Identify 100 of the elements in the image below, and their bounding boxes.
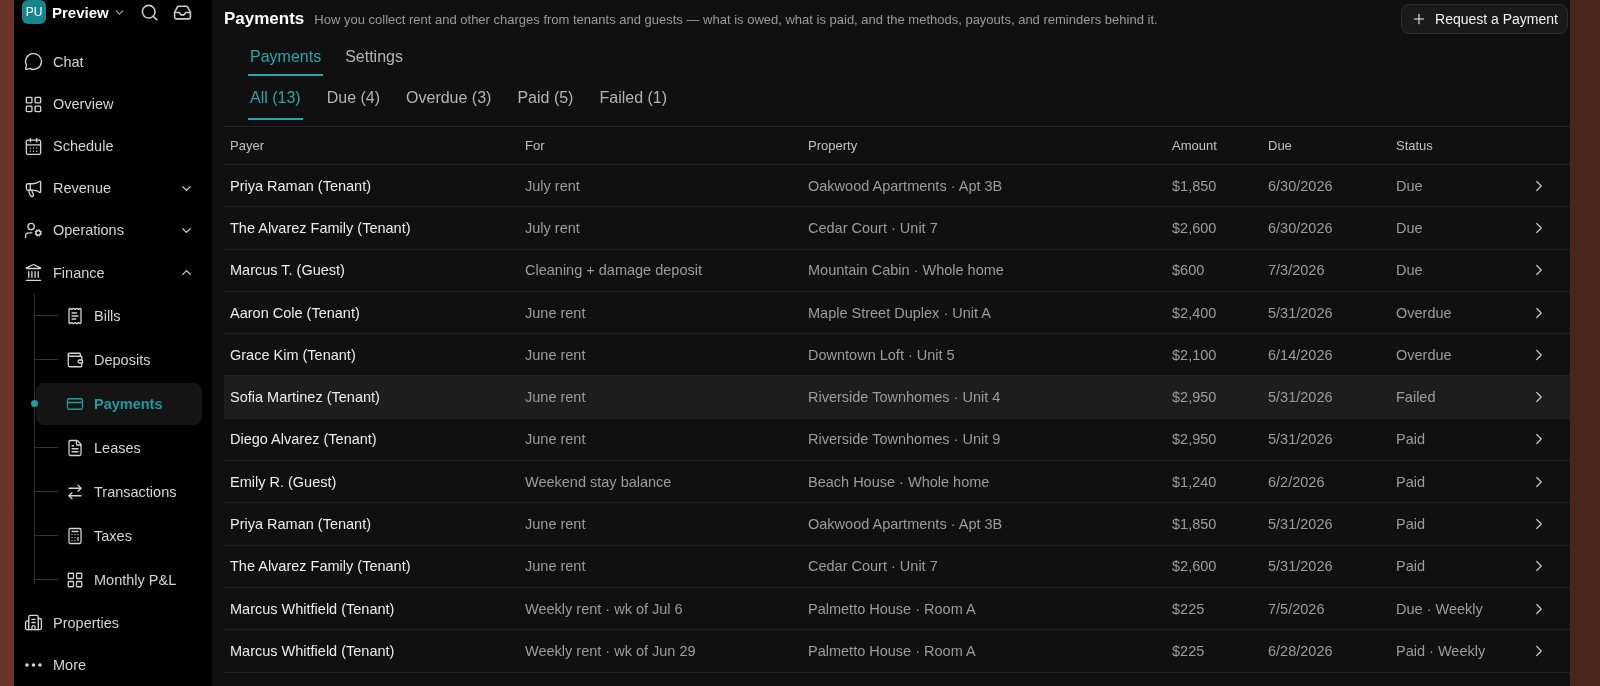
sidebar-item[interactable]: Taxes — [36, 514, 202, 557]
table-row[interactable]: The Alvarez Family (Tenant) July rent Cedar Court · Unit 7 $2,600 6/30/2026 Due — [224, 207, 1570, 250]
amount-cell-text: $225 — [1172, 642, 1206, 659]
table-row[interactable]: Marcus Whitfield (Tenant) Weekly rent · wk of Jun 29 Palmetto House · Room A $225 6/28/2026 Paid · Weekly — [224, 630, 1570, 673]
table-row[interactable]: Sofia Martinez (Tenant) June rent Riverside Townhomes · Unit 4 $2,950 5/31/2026 Failed — [224, 376, 1570, 419]
table-row[interactable]: Emily R. (Guest) Weekend stay balance Beach House · Whole home $1,240 6/2/2026 Paid — [224, 461, 1570, 504]
sidebar-item[interactable]: Schedule — [20, 126, 202, 167]
for-cell-text: June rent — [525, 304, 587, 321]
sidebar-item[interactable]: Chat — [20, 41, 202, 82]
workspace-avatar: PU — [22, 0, 46, 25]
arrows-icon — [66, 482, 84, 501]
workspace-switcher[interactable]: Preview — [52, 3, 126, 21]
building-icon — [24, 613, 43, 633]
page-title: Payments — [224, 9, 305, 29]
due-cell-text: 6/30/2026 — [1268, 219, 1334, 236]
property-cell-text: Cedar Court · Unit 7 — [808, 219, 939, 236]
inbox-icon[interactable] — [172, 2, 192, 22]
tab[interactable]: Payments — [248, 44, 324, 76]
page-description: How you collect rent and other charges from tenants and guests — what is owed, what is paid, and the methods, payouts, and reminders behind it. — [314, 11, 1159, 27]
for-cell-text: Cleaning + damage deposit — [525, 262, 703, 279]
filter-tab[interactable]: Failed (1) — [597, 82, 670, 120]
receipt-icon — [66, 306, 84, 325]
for-cell-text: June rent — [525, 558, 587, 575]
filter-tab[interactable]: Overdue (3) — [404, 82, 494, 120]
amount-cell-text: $1,850 — [1172, 516, 1218, 532]
for-cell-text: June rent — [525, 431, 587, 448]
status-cell-text: Paid — [1396, 473, 1427, 490]
due-cell-text: 5/31/2026 — [1268, 558, 1334, 575]
amount-cell-text: $2,600 — [1172, 219, 1218, 236]
filter-tab[interactable]: Paid (5) — [515, 82, 576, 120]
table-row[interactable]: Priya Raman (Tenant) June rent Oakwood Apartments · Apt 3B $1,850 5/31/2026 Paid — [224, 503, 1570, 546]
property-cell-text: Palmetto House · Room A — [808, 600, 977, 617]
sidebar-item[interactable]: Operations — [20, 210, 202, 251]
table-row[interactable]: The Alvarez Family (Tenant) June rent Cedar Court · Unit 7 $2,600 5/31/2026 Paid — [224, 545, 1570, 588]
sidebar-item[interactable]: Deposits — [36, 338, 202, 381]
filter-tab[interactable]: All (13) — [248, 82, 303, 120]
sidebar-item[interactable]: Properties — [20, 602, 202, 643]
grid-icon — [66, 570, 84, 589]
payer-cell-text: Sofia Martinez (Tenant) — [230, 389, 381, 406]
property-cell-text: Riverside Townhomes · Unit 9 — [808, 431, 1002, 448]
payer-cell-text: Diego Alvarez (Tenant) — [230, 431, 378, 448]
due-cell-text: 5/31/2026 — [1268, 516, 1334, 532]
table-row[interactable]: Marcus T. (Guest) Cleaning + damage deposit Mountain Cabin · Whole home $600 7/3/2026 Due — [224, 249, 1570, 292]
sidebar-item[interactable]: Transactions — [36, 470, 202, 513]
column-header: Due — [1268, 138, 1293, 153]
property-cell-text: Palmetto House · Room A — [808, 642, 977, 659]
chat-bubble-icon — [24, 52, 43, 72]
due-cell-text: 6/14/2026 — [1268, 346, 1334, 363]
status-cell-text: Due — [1396, 262, 1424, 279]
search-icon[interactable] — [139, 2, 159, 22]
bank-icon — [24, 263, 43, 283]
amount-cell-text: $1,240 — [1172, 473, 1218, 490]
status-cell-text: Paid — [1396, 558, 1427, 575]
table-row[interactable]: Priya Raman (Tenant) July rent Oakwood Apartments · Apt 3B $1,850 6/30/2026 Due — [224, 165, 1570, 208]
table-row[interactable]: Diego Alvarez (Tenant) June rent Riverside Townhomes · Unit 9 $2,950 5/31/2026 Paid — [224, 418, 1570, 462]
tab[interactable]: Settings — [343, 44, 405, 76]
status-cell-text: Overdue — [1396, 304, 1453, 321]
table-row[interactable]: Marcus Whitfield (Tenant) Weekly rent · wk of Jul 6 Palmetto House · Room A $225 7/5/2026 Due · Weekly — [224, 587, 1570, 631]
active-dot — [31, 400, 38, 408]
sidebar-item[interactable]: Bills — [36, 294, 202, 337]
grid-icon — [24, 94, 43, 114]
property-cell-text: Downtown Loft · Unit 5 — [808, 346, 956, 363]
sidebar-item[interactable]: Payments — [36, 382, 202, 425]
due-cell-text: 6/2/2026 — [1268, 473, 1326, 490]
amount-cell-text: $2,600 — [1172, 558, 1218, 575]
status-cell-text: Due · Weekly — [1396, 600, 1484, 617]
sidebar-item[interactable]: Finance — [20, 252, 202, 293]
for-cell-text: Weekend stay balance — [525, 473, 673, 490]
sidebar-item[interactable]: Revenue — [20, 168, 202, 209]
status-cell-text: Paid — [1396, 431, 1427, 448]
table-row[interactable]: Aaron Cole (Tenant) June rent Maple Street Duplex · Unit A $2,400 5/31/2026 Overdue — [224, 291, 1570, 335]
payer-cell-text: Marcus Whitfield (Tenant) — [230, 642, 396, 659]
status-cell-text: Paid · Weekly — [1396, 642, 1487, 659]
sidebar-item[interactable]: Leases — [36, 426, 202, 469]
request-payment-button[interactable]: Request a Payment — [1401, 4, 1568, 34]
column-header: Payer — [230, 138, 265, 153]
filter-tab[interactable]: Due (4) — [324, 82, 383, 120]
due-cell-text: 7/5/2026 — [1268, 600, 1326, 617]
wallet-icon — [66, 350, 84, 369]
user-gear-icon — [24, 220, 43, 240]
for-cell-text: Weekly rent · wk of Jul 6 — [525, 600, 684, 617]
sidebar-item[interactable]: More — [20, 644, 202, 685]
payer-cell-text: Emily R. (Guest) — [230, 473, 338, 490]
sidebar-item[interactable]: Overview — [20, 84, 202, 125]
payer-cell-text: Priya Raman (Tenant) — [230, 516, 373, 532]
sidebar-item[interactable]: Monthly P&L — [36, 558, 202, 601]
for-cell-text: June rent — [525, 389, 587, 406]
for-cell-text: Weekly rent · wk of Jun 29 — [525, 642, 697, 659]
property-cell-text: Cedar Court · Unit 7 — [808, 558, 939, 575]
amount-cell-text: $2,100 — [1172, 346, 1218, 363]
amount-cell-text: $1,850 — [1172, 177, 1218, 194]
payer-cell-text: The Alvarez Family (Tenant) — [230, 219, 412, 236]
payer-cell-text: The Alvarez Family (Tenant) — [230, 558, 412, 575]
property-cell-text: Oakwood Apartments · Apt 3B — [808, 177, 1004, 194]
property-cell-text: Riverside Townhomes · Unit 4 — [808, 389, 1002, 406]
due-cell-text: 5/31/2026 — [1268, 304, 1334, 321]
property-cell-text: Mountain Cabin · Whole home — [808, 262, 1005, 279]
payer-cell-text: Aaron Cole (Tenant) — [230, 304, 361, 321]
status-cell-text: Failed — [1396, 389, 1437, 406]
status-cell-text: Due — [1396, 219, 1424, 236]
